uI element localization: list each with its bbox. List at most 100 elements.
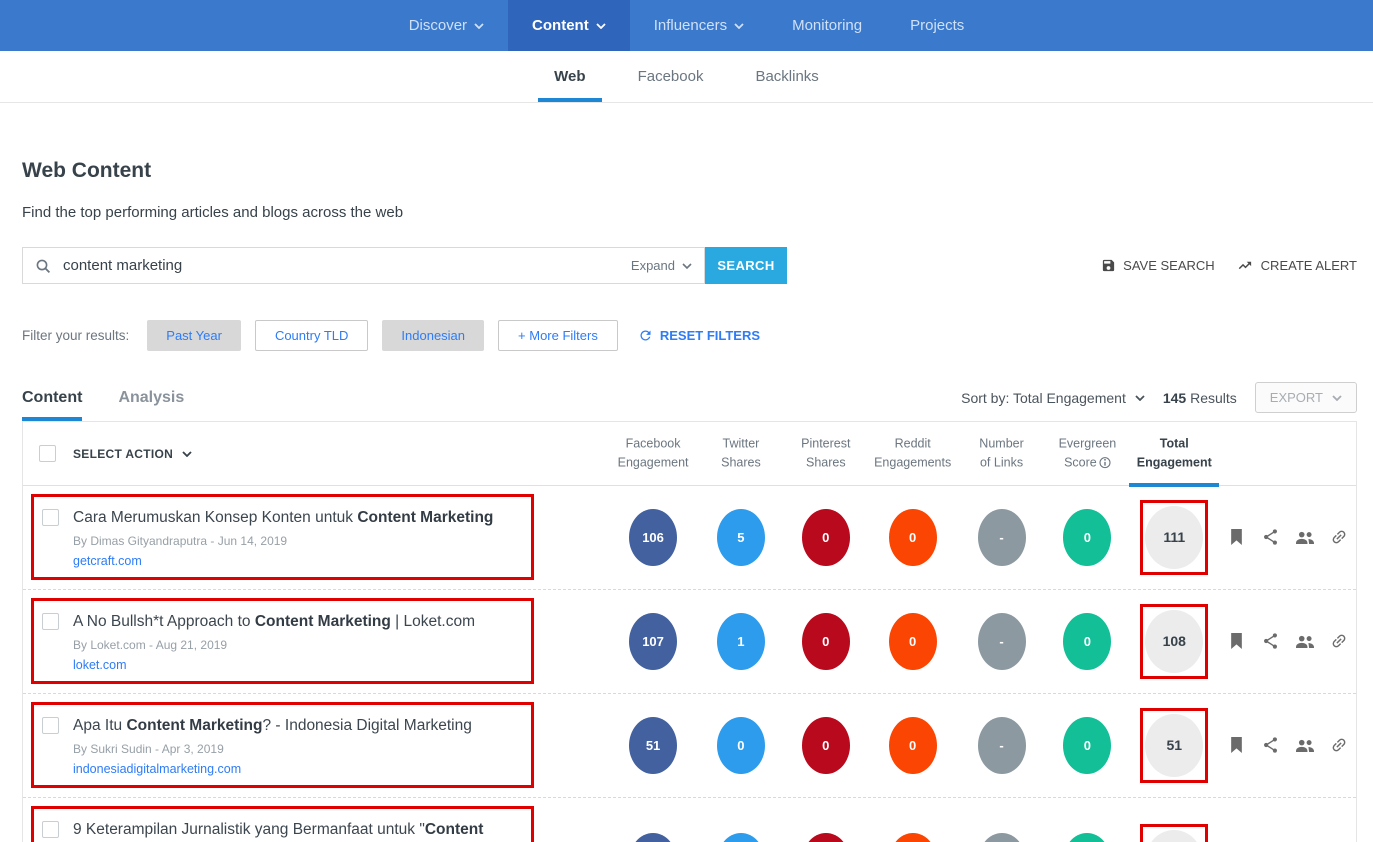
header-evergreen-score[interactable]: EvergreenScore [1045, 422, 1129, 486]
link-icon [1326, 732, 1351, 757]
facebook-engagement-badge: 106 [629, 509, 677, 566]
bookmark-icon [1230, 633, 1243, 649]
chevron-down-icon [682, 263, 692, 269]
filter-chip-country-tld[interactable]: Country TLD [255, 320, 368, 351]
twitter-shares-badge: 5 [717, 509, 765, 566]
total-engagement-badge: 108 [1145, 610, 1203, 673]
chevron-down-icon [734, 23, 744, 29]
share-button[interactable] [1262, 736, 1280, 754]
evergreen-score-badge: 0 [1063, 613, 1111, 670]
page-title: Web Content [22, 159, 1373, 183]
users-icon [1296, 738, 1314, 753]
share-button[interactable] [1262, 632, 1280, 650]
table-header: SELECT ACTION FacebookEngagement Twitter… [23, 422, 1356, 486]
reset-filters-button[interactable]: RESET FILTERS [638, 328, 760, 343]
tab-content-results[interactable]: Content [22, 389, 88, 421]
header-total-engagement[interactable]: TotalEngagement [1129, 422, 1219, 486]
view-links-button[interactable] [1326, 732, 1351, 757]
header-number-of-links[interactable]: Numberof Links [958, 422, 1046, 486]
pinterest-shares-badge: 0 [802, 613, 850, 670]
select-action-dropdown[interactable]: SELECT ACTION [73, 447, 192, 461]
row-checkbox[interactable] [42, 613, 59, 630]
filter-chip-past-year[interactable]: Past Year [147, 320, 241, 351]
sort-by-label: Sort by: Total Engagement [961, 390, 1126, 406]
article-title-link[interactable]: 9 Keterampilan Jurnalistik yang Bermanfa… [73, 818, 523, 842]
search-button[interactable]: SEARCH [705, 247, 787, 284]
nav-item-monitoring[interactable]: Monitoring [768, 0, 886, 51]
filter-row: Filter your results: Past Year Country T… [22, 320, 1373, 351]
evergreen-score-badge: 0 [1063, 509, 1111, 566]
article-domain-link[interactable]: getcraft.com [73, 554, 493, 568]
number-of-links-badge: - [978, 833, 1026, 842]
view-links-button[interactable] [1326, 524, 1351, 549]
reddit-engagements-badge: 0 [889, 613, 937, 670]
header-reddit-engagements[interactable]: RedditEngagements [868, 422, 958, 486]
influencers-button[interactable] [1296, 528, 1314, 546]
export-label: EXPORT [1270, 390, 1323, 405]
article-title-link[interactable]: Apa Itu Content Marketing? - Indonesia D… [73, 714, 472, 738]
twitter-shares-badge: 0 [717, 717, 765, 774]
highlight-box-total: 108 [1140, 604, 1208, 679]
influencers-button[interactable] [1296, 632, 1314, 650]
filter-chip-indonesian[interactable]: Indonesian [382, 320, 484, 351]
save-search-button[interactable]: SAVE SEARCH [1101, 258, 1215, 273]
expand-dropdown[interactable]: Expand [631, 258, 692, 273]
number-of-links-badge: - [978, 613, 1026, 670]
header-pinterest-shares[interactable]: PinterestShares [784, 422, 868, 486]
highlight-box-total: 51 [1140, 708, 1208, 783]
more-filters-button[interactable]: + More Filters [498, 320, 618, 351]
facebook-engagement-badge: 51 [629, 717, 677, 774]
article-title-link[interactable]: A No Bullsh*t Approach to Content Market… [73, 610, 475, 634]
create-alert-button[interactable]: CREATE ALERT [1237, 258, 1357, 273]
row-checkbox[interactable] [42, 717, 59, 734]
facebook-engagement-badge: 12 [629, 833, 677, 842]
reset-filters-label: RESET FILTERS [660, 328, 760, 343]
header-twitter-shares[interactable]: TwitterShares [698, 422, 784, 486]
row-checkbox[interactable] [42, 821, 59, 838]
total-engagement-badge: 111 [1145, 506, 1203, 569]
bookmark-button[interactable] [1228, 736, 1246, 754]
reddit-engagements-badge: 0 [889, 833, 937, 842]
tab-backlinks[interactable]: Backlinks [751, 51, 822, 102]
header-facebook-engagement[interactable]: FacebookEngagement [608, 422, 698, 486]
view-links-button[interactable] [1326, 628, 1351, 653]
bookmark-button[interactable] [1228, 632, 1246, 650]
filter-label: Filter your results: [22, 328, 129, 343]
row-checkbox[interactable] [42, 509, 59, 526]
nav-influencers-label: Influencers [654, 17, 727, 34]
facebook-engagement-badge: 107 [629, 613, 677, 670]
select-all-checkbox[interactable] [39, 445, 56, 462]
nav-item-content[interactable]: Content [508, 0, 630, 51]
chevron-down-icon [1332, 395, 1342, 401]
total-engagement-badge: 51 [1145, 714, 1203, 777]
highlight-box-title: 9 Keterampilan Jurnalistik yang Bermanfa… [31, 806, 534, 842]
bookmark-button[interactable] [1228, 528, 1246, 546]
article-domain-link[interactable]: indonesiadigitalmarketing.com [73, 762, 472, 776]
results-table: SELECT ACTION FacebookEngagement Twitter… [22, 421, 1357, 842]
highlight-box-total: 38 [1140, 824, 1208, 842]
tab-analysis[interactable]: Analysis [118, 389, 190, 421]
nav-item-projects[interactable]: Projects [886, 0, 988, 51]
tab-content-label: Content [22, 389, 82, 406]
share-icon [1263, 529, 1278, 545]
search-row: content marketing Expand SEARCH SAVE SEA… [22, 247, 1357, 284]
sort-by-dropdown[interactable]: Sort by: Total Engagement [961, 390, 1145, 406]
influencers-button[interactable] [1296, 736, 1314, 754]
tab-facebook[interactable]: Facebook [634, 51, 708, 102]
users-icon [1296, 634, 1314, 649]
number-of-links-badge: - [978, 717, 1026, 774]
sub-navbar: Web Facebook Backlinks [0, 51, 1373, 103]
nav-item-influencers[interactable]: Influencers [630, 0, 768, 51]
article-domain-link[interactable]: loket.com [73, 658, 475, 672]
sorted-column-underline [1129, 483, 1219, 487]
share-button[interactable] [1262, 528, 1280, 546]
nav-item-discover[interactable]: Discover [385, 0, 508, 51]
number-of-links-badge: - [978, 509, 1026, 566]
search-input[interactable]: content marketing Expand [22, 247, 705, 284]
article-byline: By Loket.com - Aug 21, 2019 [73, 638, 475, 652]
export-button[interactable]: EXPORT [1255, 382, 1357, 413]
article-title-link[interactable]: Cara Merumuskan Konsep Konten untuk Cont… [73, 506, 493, 530]
tab-web[interactable]: Web [550, 51, 589, 102]
info-icon[interactable] [1099, 457, 1111, 469]
chevron-down-icon [1135, 395, 1145, 401]
